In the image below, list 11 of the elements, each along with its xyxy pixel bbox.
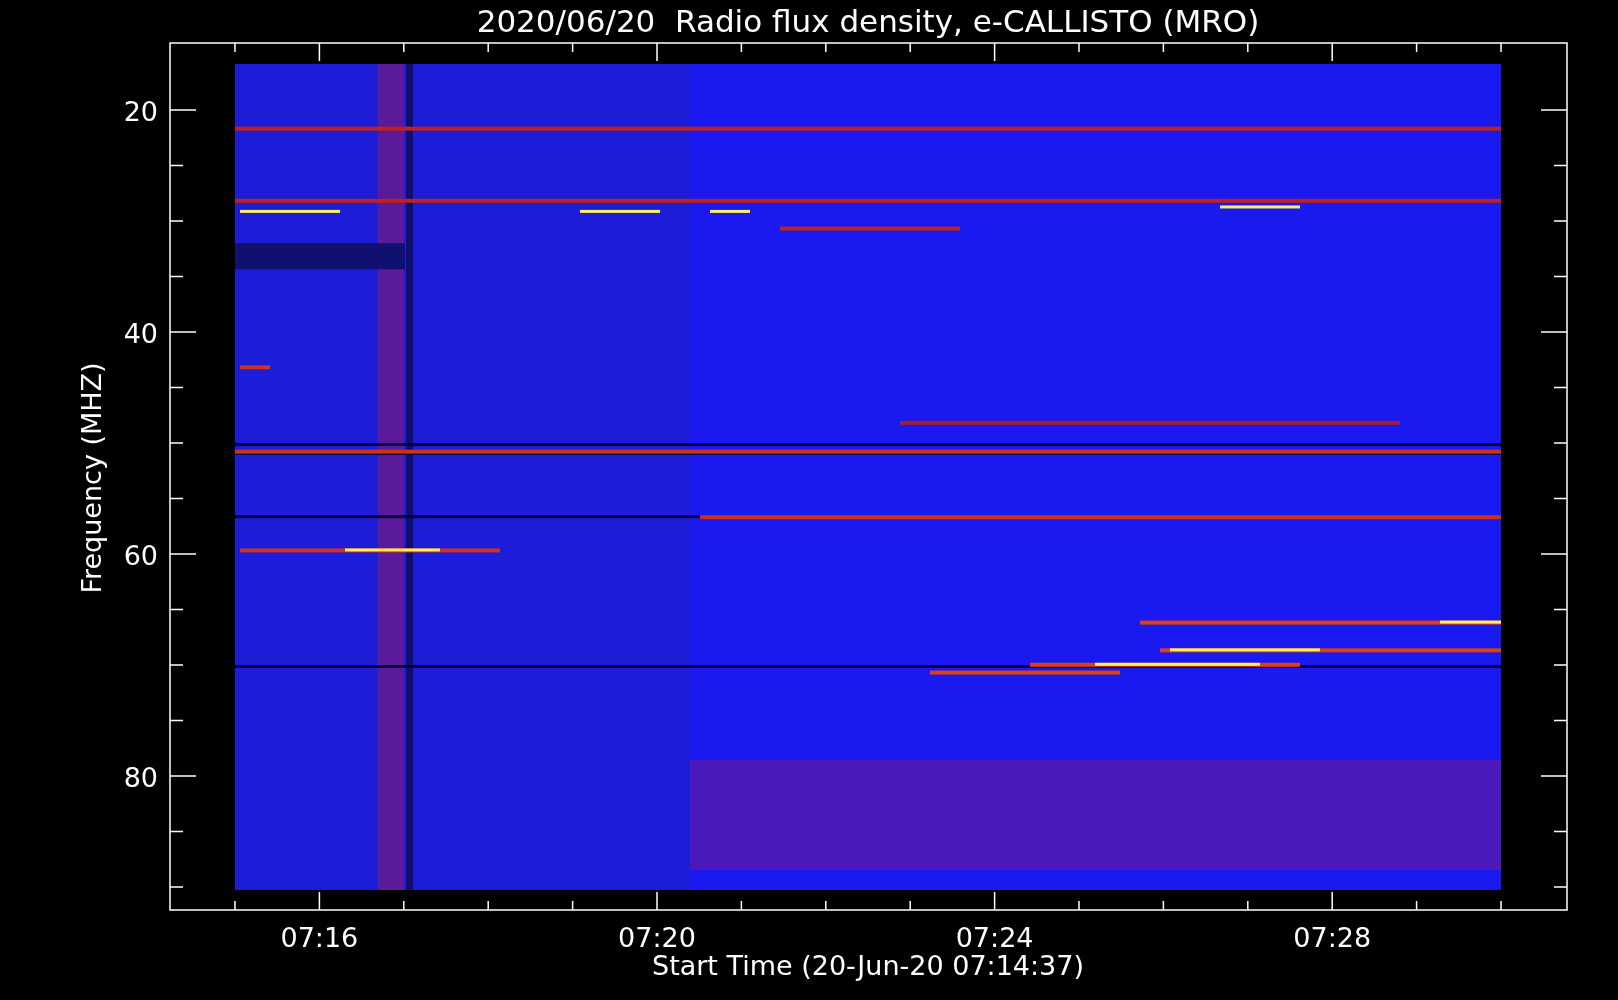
- axis-title: Frequency (MHZ): [76, 362, 107, 594]
- axis-tick-label: 60: [123, 540, 158, 571]
- axis-tick-label: 40: [123, 318, 158, 349]
- axis-tick-label: 07:20: [618, 922, 696, 953]
- axis-tick-label: 20: [123, 96, 158, 127]
- chart-title: 2020/06/20 Radio flux density, e-CALLISTO (MRO): [476, 3, 1260, 39]
- axis-tick-label: 07:16: [280, 922, 359, 953]
- axis-title: Start Time (20-Jun-20 07:14:37): [652, 950, 1084, 981]
- axis-tick-label: 07:24: [955, 922, 1034, 953]
- axis-tick-label: 07:28: [1293, 922, 1372, 953]
- axis-tick-label: 80: [123, 762, 158, 793]
